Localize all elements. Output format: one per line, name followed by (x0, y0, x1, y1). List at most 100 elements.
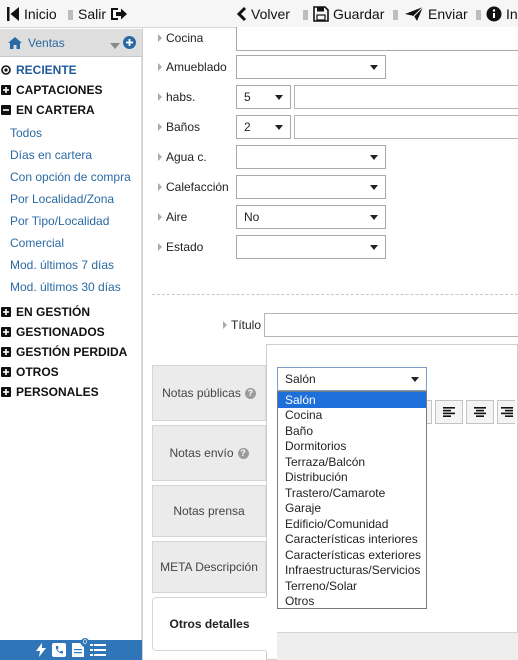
nav-sub-opcion-compra[interactable]: Con opción de compra (10, 166, 131, 188)
estado-select[interactable] (236, 235, 386, 259)
dropdown-option[interactable]: Características exteriores (278, 547, 426, 563)
titulo-input[interactable] (264, 313, 518, 337)
agua-select[interactable] (236, 145, 386, 169)
caret-right-icon (158, 213, 162, 221)
select-value: No (244, 210, 260, 224)
align-center-icon[interactable] (466, 400, 494, 424)
sidebar: RECIENTE CAPTACIONES EN CARTERA Todos Dí… (0, 57, 142, 640)
dropdown-option[interactable]: Terreno/Solar (278, 578, 426, 594)
dropdown-option[interactable]: Salón (278, 392, 426, 408)
help-icon[interactable]: ? (244, 387, 256, 399)
dropdown-option[interactable]: Dormitorios (278, 439, 426, 455)
dropdown-option[interactable]: Otros (278, 594, 426, 610)
field-banos-label: Baños (158, 119, 200, 135)
nav-captaciones[interactable]: CAPTACIONES (0, 80, 102, 100)
enviar-button[interactable]: Enviar (404, 0, 468, 28)
align-right-icon[interactable] (497, 400, 515, 424)
nav-gestionados-label: GESTIONADOS (16, 325, 105, 339)
dropdown-arrow-icon (275, 125, 283, 130)
dropdown-arrow-icon (370, 185, 378, 190)
caret-right-icon (158, 63, 162, 71)
list-icon[interactable] (90, 644, 106, 656)
habs-text-input[interactable] (294, 85, 518, 109)
tab-notas-publicas[interactable]: Notas públicas? (152, 365, 266, 421)
save-icon (313, 6, 329, 22)
tab-meta-descripcion[interactable]: META Descripción (152, 541, 266, 593)
nav-gestion-perdida-label: GESTIÓN PERDIDA (16, 345, 128, 359)
banos-select[interactable]: 2 (236, 115, 291, 139)
guardar-button[interactable]: Guardar (313, 0, 384, 28)
volver-button[interactable]: Volver (235, 0, 290, 28)
nav-sub-comercial[interactable]: Comercial (10, 232, 64, 254)
info-button[interactable]: In (486, 0, 518, 28)
dropdown-arrow-icon (370, 155, 378, 160)
section-dropdown-list: Salón Cocina Baño Dormitorios Terraza/Ba… (277, 391, 427, 609)
bolt-icon[interactable] (36, 643, 46, 657)
document-icon[interactable]: 0 (72, 638, 89, 657)
field-agua-label: Agua c. (158, 149, 207, 165)
phone-icon[interactable] (52, 643, 66, 657)
nav-gestion-perdida[interactable]: GESTIÓN PERDIDA (0, 342, 127, 362)
editor-status-bar (277, 632, 518, 660)
dropdown-option[interactable]: Infraestructuras/Servicios (278, 563, 426, 579)
dropdown-option[interactable]: Características interiores (278, 532, 426, 548)
nav-gestionados[interactable]: GESTIONADOS (0, 322, 105, 342)
habs-select[interactable]: 5 (236, 85, 291, 109)
volver-label: Volver (251, 6, 290, 22)
nav-en-cartera[interactable]: EN CARTERA (0, 100, 95, 120)
field-label-text: habs. (166, 90, 196, 104)
tab-label: Notas envío (169, 446, 234, 460)
field-label-text: Estado (166, 240, 204, 254)
nav-en-gestion[interactable]: EN GESTIÓN (0, 302, 90, 322)
notification-badge: 0 (81, 638, 89, 647)
dropdown-option[interactable]: Edificio/Comunidad (278, 516, 426, 532)
dropdown-option[interactable]: Trastero/Camarote (278, 485, 426, 501)
dropdown-option[interactable]: Cocina (278, 408, 426, 424)
field-estado-label: Estado (158, 239, 203, 255)
dropdown-option[interactable]: Garaje (278, 501, 426, 517)
calefaccion-select[interactable] (236, 175, 386, 199)
add-circle-icon[interactable] (123, 36, 136, 52)
caret-right-icon (158, 243, 162, 251)
nav-sub-todos[interactable]: Todos (10, 122, 42, 144)
caret-right-icon (158, 93, 162, 101)
banos-text-input[interactable] (294, 115, 518, 139)
sign-out-icon (110, 6, 128, 22)
field-label-text: Agua c. (166, 150, 207, 164)
dropdown-option[interactable]: Distribución (278, 470, 426, 486)
tab-notas-envio[interactable]: Notas envío? (152, 425, 266, 481)
align-left-icon[interactable] (435, 400, 463, 424)
caret-right-icon (223, 321, 227, 329)
nav-sub-localidad-zona[interactable]: Por Localidad/Zona (10, 188, 114, 210)
salir-button[interactable]: Salir (78, 0, 132, 28)
nav-sub-mod-30[interactable]: Mod. últimos 30 días (10, 276, 121, 298)
nav-sub-dias-cartera[interactable]: Días en cartera (10, 144, 92, 166)
nav-sub-tipo-localidad[interactable]: Por Tipo/Localidad (10, 210, 109, 232)
section-select[interactable]: Salón (277, 367, 427, 391)
nav-sub-mod-7[interactable]: Mod. últimos 7 días (10, 254, 114, 276)
nav-otros[interactable]: OTROS (0, 362, 59, 382)
toolbar-divider (303, 10, 308, 20)
nav-en-cartera-label: EN CARTERA (16, 103, 95, 117)
nav-reciente[interactable]: RECIENTE (0, 60, 77, 80)
cocina-select[interactable] (236, 27, 518, 51)
field-label-text: Baños (166, 120, 201, 134)
dropdown-option[interactable]: Baño (278, 423, 426, 439)
salir-label: Salir (78, 6, 107, 22)
tab-notas-prensa[interactable]: Notas prensa (152, 485, 266, 537)
field-cocina-label: Cocina (158, 30, 203, 46)
dropdown-option[interactable]: Terraza/Balcón (278, 454, 426, 470)
nav-personales-label: PERSONALES (16, 385, 99, 399)
aire-select[interactable]: No (236, 205, 386, 229)
tab-otros-detalles[interactable]: Otros detalles (152, 597, 266, 651)
amueblado-select[interactable] (236, 55, 386, 79)
sidebar-header[interactable]: Ventas (0, 29, 142, 57)
section-divider (152, 294, 518, 295)
chevron-down-icon[interactable] (110, 39, 120, 53)
sidebar-header-label: Ventas (28, 35, 65, 50)
inicio-button[interactable]: Inicio (6, 0, 57, 28)
nav-personales[interactable]: PERSONALES (0, 382, 99, 402)
field-label-text: Cocina (166, 31, 204, 45)
nav-captaciones-label: CAPTACIONES (16, 83, 103, 97)
help-icon[interactable]: ? (237, 447, 249, 459)
